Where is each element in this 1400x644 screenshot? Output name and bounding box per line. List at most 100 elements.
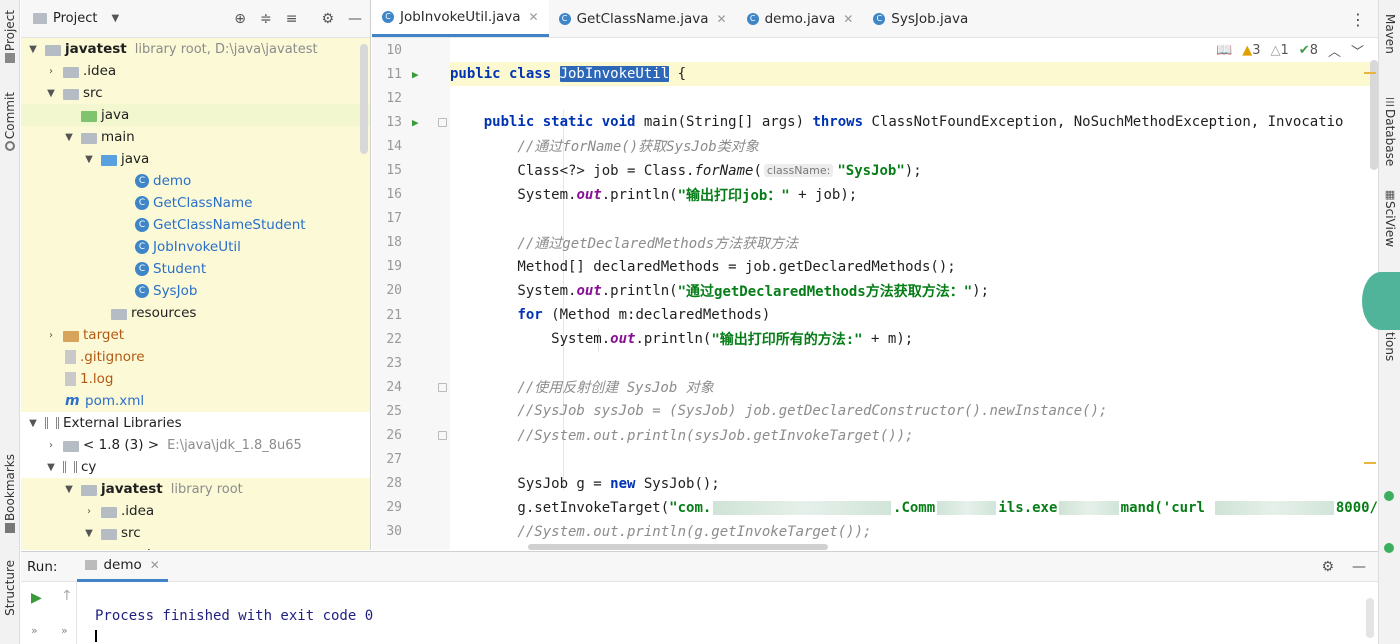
console-scrollbar[interactable]	[1366, 598, 1374, 638]
tree-item-src[interactable]: ▼ src	[21, 82, 370, 104]
double-chevron-icon[interactable]: »	[61, 624, 68, 637]
test-folder-icon	[81, 110, 97, 122]
tree-item-main[interactable]: ▼ main	[21, 126, 370, 148]
code-line: 25 //SysJob sysJob = (SysJob) job.getDec…	[386, 403, 1108, 420]
chevron-down-icon[interactable]: ▼	[63, 132, 75, 143]
structure-tool-tab[interactable]: Structure	[0, 560, 20, 616]
code-line: 21 for (Method m:declaredMethods)	[386, 307, 771, 324]
redacted-text	[937, 500, 997, 515]
gear-icon[interactable]: ⚙	[321, 11, 334, 27]
tree-item-log[interactable]: 1.log	[21, 368, 370, 390]
tree-item-gitignore[interactable]: .gitignore	[21, 346, 370, 368]
commit-tool-tab[interactable]: Commit	[0, 92, 20, 153]
code-editor: C JobInvokeUtil.java ✕ C GetClassName.ja…	[372, 0, 1378, 550]
tree-item-idea-lib[interactable]: › .idea	[21, 500, 370, 522]
code-line: 23	[386, 355, 402, 371]
chevron-down-icon[interactable]: ▼	[45, 462, 57, 473]
project-tool-tab[interactable]: Project	[0, 10, 20, 65]
code-area[interactable]: 10 11 ▶ public class JobInvokeUtil { 12 …	[386, 38, 1378, 550]
chevron-down-icon[interactable]: ▼	[27, 418, 39, 429]
tab-sysjob[interactable]: C SysJob.java	[863, 0, 978, 37]
tree-item-javatest[interactable]: ▼ javatest library root, D:\java\javates…	[21, 38, 370, 60]
chevron-right-icon[interactable]: ›	[45, 440, 57, 451]
tree-item-java-test[interactable]: java	[21, 104, 370, 126]
tree-item-student[interactable]: C Student	[21, 258, 370, 280]
expand-all-icon[interactable]: ≑	[260, 11, 272, 27]
code-line: 20 System. out .println("通过getDeclaredMeth…	[386, 282, 990, 300]
error-stripe-mark[interactable]	[1364, 462, 1376, 464]
tree-item-jobinvokeutil[interactable]: C JobInvokeUtil	[21, 236, 370, 258]
bookmarks-tool-tab[interactable]: Bookmarks	[0, 454, 20, 535]
run-panel-tools: ⚙ —	[1321, 559, 1366, 575]
chevron-down-icon[interactable]: ▼	[83, 154, 95, 165]
tree-item-cy[interactable]: ▼ cy	[21, 456, 370, 478]
fold-icon[interactable]	[438, 117, 447, 127]
close-icon[interactable]: ✕	[529, 10, 539, 24]
tree-item-pom[interactable]: m pom.xml	[21, 390, 370, 412]
run-gutter-icon[interactable]: ▶	[412, 68, 419, 81]
arrow-up-icon[interactable]: ↑	[61, 588, 73, 604]
chevron-down-icon[interactable]: ▼	[45, 88, 57, 99]
tree-scrollbar[interactable]	[360, 44, 368, 154]
tree-item-jdk[interactable]: › < 1.8 (3) > E:\java\jdk_1.8_8u65	[21, 434, 370, 456]
double-chevron-icon[interactable]: »	[31, 624, 38, 637]
tree-item-sysjob[interactable]: C SysJob	[21, 280, 370, 302]
sciview-tool-tab[interactable]: ▦ SciView	[1379, 188, 1400, 247]
tree-item-resources[interactable]: resources	[21, 302, 370, 324]
error-stripe-mark[interactable]	[1364, 72, 1376, 74]
left-tool-strip: Project Commit Bookmarks Structure	[0, 0, 20, 644]
horizontal-scrollbar[interactable]	[528, 544, 828, 550]
hide-icon[interactable]: —	[348, 11, 362, 27]
run-gutter-icon[interactable]: ▶	[412, 116, 419, 129]
tab-demo[interactable]: C demo.java ✕	[737, 0, 864, 37]
more-icon[interactable]: ⋮	[1350, 10, 1366, 29]
close-icon[interactable]: ✕	[843, 12, 853, 26]
status-dot	[1384, 491, 1394, 501]
chevron-down-icon[interactable]: ▼	[111, 13, 119, 24]
tab-jobinvokeutil[interactable]: C JobInvokeUtil.java ✕	[372, 0, 549, 37]
vertical-scrollbar[interactable]	[1370, 60, 1378, 170]
rerun-icon[interactable]: ▶	[31, 590, 42, 606]
code-line: 22 System. out .println("输出打印所有的方法:" + m);	[386, 331, 914, 349]
project-tree: ▼ javatest library root, D:\java\javates…	[21, 38, 370, 550]
tree-item-java-lib[interactable]: java	[21, 544, 370, 550]
run-tab-demo[interactable]: demo ✕	[77, 552, 168, 582]
tab-getclassname[interactable]: C GetClassName.java ✕	[549, 0, 737, 37]
run-panel-header: Run: demo ✕ ⚙ —	[21, 552, 1378, 582]
tree-item-javatest-lib[interactable]: ▼ javatest library root	[21, 478, 370, 500]
project-panel-title[interactable]: Project	[53, 11, 97, 26]
tree-item-demo[interactable]: C demo	[21, 170, 370, 192]
collapse-all-icon[interactable]: ≡	[286, 11, 298, 27]
chevron-down-icon[interactable]: ▼	[63, 484, 75, 495]
chevron-down-icon[interactable]: ▼	[27, 44, 39, 55]
gear-icon[interactable]: ⚙	[1321, 559, 1334, 575]
folder-icon	[101, 528, 117, 540]
tree-item-getclassnamestudent[interactable]: C GetClassNameStudent	[21, 214, 370, 236]
tree-item-idea[interactable]: › .idea	[21, 60, 370, 82]
close-icon[interactable]: ✕	[150, 558, 160, 572]
source-folder-icon	[101, 154, 117, 166]
class-icon: C	[873, 12, 886, 25]
tree-item-java-main[interactable]: ▼ java	[21, 148, 370, 170]
fold-icon[interactable]	[438, 431, 447, 441]
maven-tool-tab[interactable]: Maven	[1379, 14, 1400, 54]
hide-icon[interactable]: —	[1352, 559, 1366, 575]
tree-item-external-libraries[interactable]: ▼ External Libraries	[21, 412, 370, 434]
chevron-right-icon[interactable]: ›	[83, 506, 95, 517]
library-icon	[63, 461, 77, 473]
folder-icon	[81, 132, 97, 144]
chevron-right-icon[interactable]: ›	[45, 66, 57, 77]
tree-item-getclassname[interactable]: C GetClassName	[21, 192, 370, 214]
tree-item-target[interactable]: › target	[21, 324, 370, 346]
locate-icon[interactable]: ⊕	[234, 11, 246, 27]
chevron-right-icon[interactable]: ›	[45, 330, 57, 341]
text-caret	[95, 630, 97, 642]
sciview-icon: ▦	[1384, 188, 1396, 201]
database-tool-tab[interactable]: ☰ Database	[1379, 96, 1400, 166]
fold-icon[interactable]	[438, 382, 447, 392]
tree-item-src-lib[interactable]: ▼ src	[21, 522, 370, 544]
text-file-icon	[65, 372, 76, 386]
close-icon[interactable]: ✕	[717, 12, 727, 26]
chevron-down-icon[interactable]: ▼	[83, 528, 95, 539]
notifications-tool-tab[interactable]: tions	[1379, 332, 1400, 361]
